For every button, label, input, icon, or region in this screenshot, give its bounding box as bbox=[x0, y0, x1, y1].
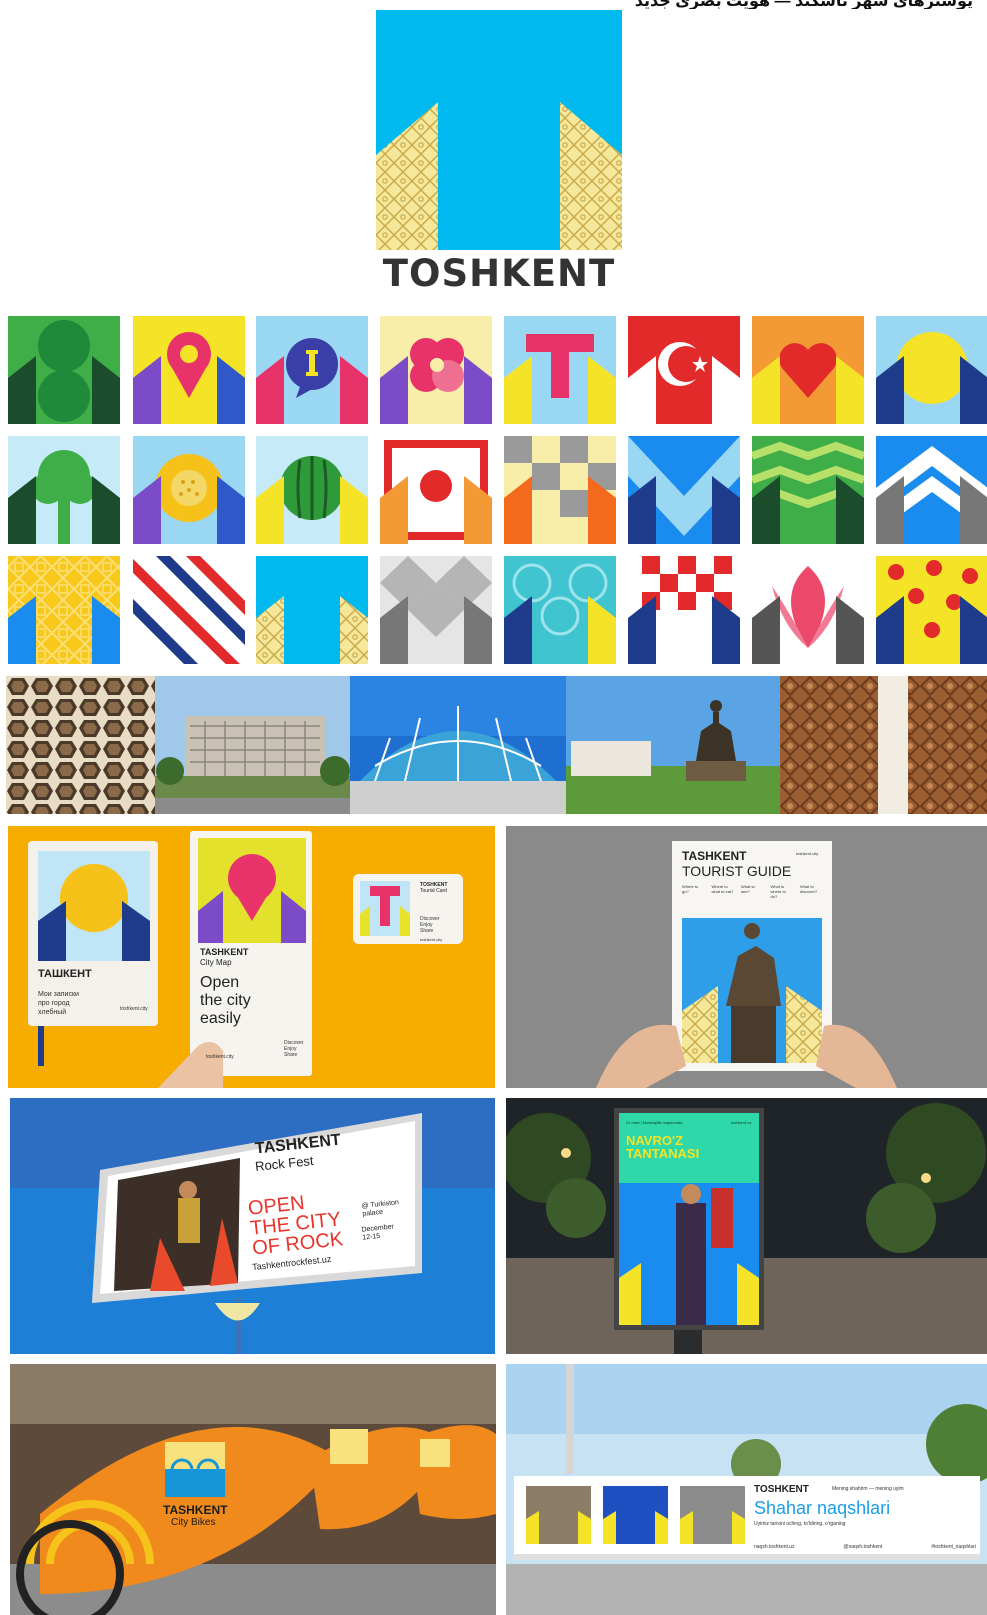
map-headline-line: Open bbox=[200, 974, 240, 991]
map-pin-icon bbox=[133, 316, 245, 424]
map-verb: Share bbox=[284, 1052, 298, 1058]
guide-question: Where to what to eat? bbox=[711, 884, 734, 894]
photo-state-museum bbox=[155, 676, 350, 814]
naqsh-title: Shahar naqshlari bbox=[754, 1498, 891, 1518]
guide-url: toshkent.city bbox=[796, 851, 819, 856]
notebook-line: про город bbox=[38, 1000, 70, 1007]
notebook-lines: Мои записки про город хлебный bbox=[38, 990, 79, 1017]
notebook-brand: ТАШКЕНТ bbox=[38, 968, 92, 980]
photo-amir-temur-monument bbox=[566, 676, 780, 814]
notebook-line: хлебный bbox=[38, 1009, 67, 1016]
tulip-icon bbox=[752, 556, 864, 664]
crescent-star-flag-icon bbox=[628, 316, 740, 424]
bread-icon bbox=[133, 436, 245, 544]
card-url: toshkent.city bbox=[420, 937, 443, 942]
mockup-naqsh-billboard: TOSHKENT Mening shahrim — mening uyim Sh… bbox=[506, 1364, 987, 1615]
mockup-stationery: ТАШКЕНТ Мои записки про город хлебный to… bbox=[8, 826, 495, 1088]
photo-hexagon-facade bbox=[6, 676, 155, 814]
mockup-city-bikes: TASHKENT City Bikes bbox=[10, 1364, 496, 1615]
naqsh-subtitle: Uyimiz tarixini oching, to'ldiring, o'rg… bbox=[754, 1521, 846, 1527]
rock-headline: OPEN THE CITY OF ROCK bbox=[247, 1189, 344, 1260]
toshkent-t-icon bbox=[256, 556, 368, 664]
map-subtitle: City Map bbox=[200, 958, 232, 967]
photo-chorsu-bazaar-dome bbox=[350, 676, 566, 814]
diagonal-stripes-icon bbox=[133, 556, 245, 664]
info-bubble-icon bbox=[256, 316, 368, 424]
notebook-line: Мои записки bbox=[38, 991, 79, 998]
map-headline: Open the city easily bbox=[200, 974, 251, 1028]
map-headline-line: easily bbox=[200, 1010, 241, 1027]
naqsh-links: naqsh.toshkent.uz @naqsh.toshkent #toshk… bbox=[754, 1544, 976, 1550]
rock-dates: December 12-15 bbox=[361, 1223, 395, 1242]
top-caption-text: پوسترهای شهر تاشکند — هویت بصری جدید bbox=[634, 0, 973, 9]
star-pattern-icon bbox=[8, 556, 120, 664]
guide-question: Where to go? bbox=[682, 884, 699, 894]
guide-question: What to see? bbox=[741, 884, 755, 894]
guide-brand: TASHKENT bbox=[682, 849, 747, 863]
naqsh-link: @naqsh.toshkent bbox=[843, 1544, 883, 1550]
guide-questions: Where to go? Where to what to eat? What … bbox=[682, 884, 822, 899]
mockup-navroz-poster: 21 mart | Mustaqillik maydonida toshkent… bbox=[506, 1098, 987, 1354]
grey-diamonds-icon bbox=[380, 556, 492, 664]
navroz-url: toshkent.uz bbox=[731, 1120, 752, 1125]
flower-icon bbox=[380, 316, 492, 424]
map-url: toshkent.city bbox=[206, 1054, 234, 1060]
sun-arch-icon bbox=[876, 316, 987, 424]
toshkent-logo-mark bbox=[376, 10, 622, 250]
m-chevron-icon bbox=[628, 436, 740, 544]
guide-title: TOURIST GUIDE bbox=[682, 863, 792, 879]
checker-pattern-icon bbox=[504, 436, 616, 544]
map-brand: TASHKENT bbox=[200, 947, 249, 957]
green-zigzag-icon bbox=[752, 436, 864, 544]
white-chevron-icon bbox=[876, 436, 987, 544]
red-frame-icon bbox=[380, 436, 492, 544]
red-checker-icon bbox=[628, 556, 740, 664]
naqsh-link: naqsh.toshkent.uz bbox=[754, 1544, 795, 1550]
guide-question: What to discover? bbox=[800, 884, 818, 894]
red-dots-icon bbox=[876, 556, 987, 664]
watermelon-icon bbox=[256, 436, 368, 544]
toshkent-wordmark: TOSHKENT bbox=[382, 252, 616, 295]
heart-icon bbox=[752, 316, 864, 424]
card-verb: Share bbox=[420, 928, 434, 934]
bikes-label: City Bikes bbox=[171, 1517, 216, 1528]
navroz-title: NAVRO'Z TANTANASI bbox=[626, 1134, 699, 1160]
map-verbs: Discover Enjoy Share bbox=[284, 1040, 303, 1058]
map-headline-line: the city bbox=[200, 992, 251, 1009]
notebook-url: toshkent.city bbox=[120, 1006, 148, 1012]
letter-t-icon bbox=[504, 316, 616, 424]
mockup-tourist-guide: TASHKENT TOURIST GUIDE toshkent.city Whe… bbox=[506, 826, 987, 1088]
card-subtitle: Tourist Card bbox=[420, 888, 447, 894]
navroz-date-line: 21 mart | Mustaqillik maydonida bbox=[626, 1120, 683, 1125]
card-verbs: Discover Enjoy Share bbox=[420, 916, 439, 934]
naqsh-link: #toshkent_naqshlari bbox=[931, 1544, 976, 1550]
mockup-rock-fest-billboard: TASHKENT Rock Fest OPEN THE CITY OF ROCK… bbox=[10, 1098, 495, 1354]
photo-carved-wooden-door bbox=[780, 676, 987, 814]
guide-question: What to where to do? bbox=[770, 884, 786, 899]
naqsh-tagline: Mening shahrim — mening uyim bbox=[832, 1486, 904, 1492]
top-caption-strip: پوسترهای شهر تاشکند — هویت بصری جدید bbox=[0, 0, 987, 9]
navroz-title-line: TANTANASI bbox=[626, 1146, 700, 1161]
trees-icon bbox=[8, 316, 120, 424]
naqsh-brand: TOSHKENT bbox=[754, 1484, 809, 1495]
teal-circles-icon bbox=[504, 556, 616, 664]
tree-icon bbox=[8, 436, 120, 544]
bikes-brand: TASHKENT bbox=[163, 1503, 228, 1517]
